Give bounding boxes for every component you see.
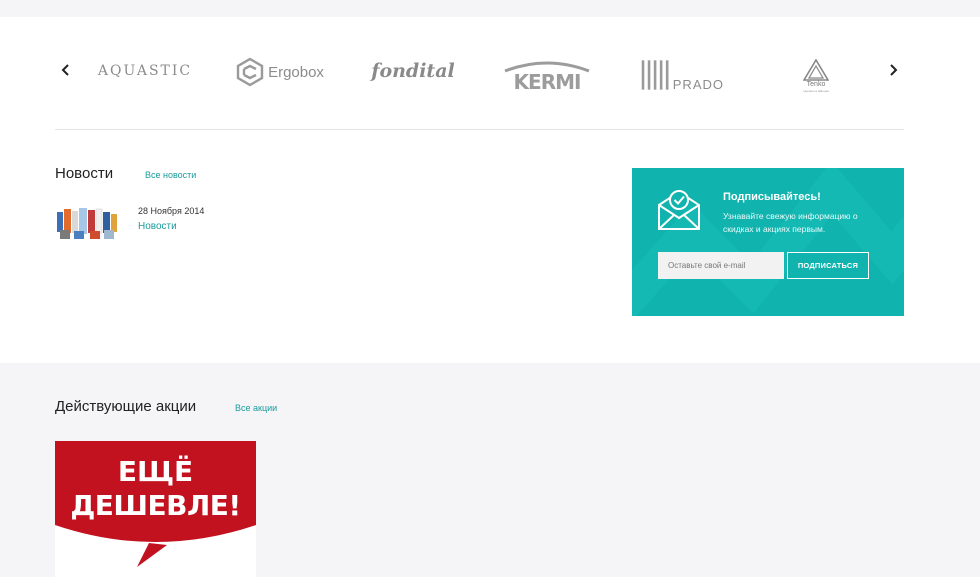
- brand-logo-aquastic[interactable]: AQUASTIC: [97, 58, 193, 84]
- news-thumbnail[interactable]: [56, 206, 122, 240]
- tenko-triangle-icon: [803, 59, 829, 81]
- email-input[interactable]: [658, 252, 784, 279]
- brand-logo-kermi[interactable]: KERMI: [502, 56, 592, 92]
- promo-banner[interactable]: ЕЩЁ ДЕШЕВЛЕ!: [55, 441, 256, 577]
- chevron-left-icon: [61, 64, 69, 76]
- divider: [55, 129, 904, 130]
- prado-bars-icon: [641, 60, 669, 90]
- news-category-link[interactable]: Новости: [138, 221, 177, 232]
- subscribe-title: Подписывайтесь!: [723, 191, 821, 203]
- promo-line-2: ДЕШЕВЛЕ!: [70, 489, 241, 522]
- envelope-check-icon: [658, 190, 700, 230]
- brand-name: fondital: [371, 60, 455, 82]
- promos-title: Действующие акции: [55, 398, 197, 415]
- subscribe-panel: Подписывайтесь! Узнавайте свежую информа…: [632, 168, 904, 316]
- brand-logo-ergobox[interactable]: Ergobox: [232, 56, 328, 88]
- kermi-logo-icon: KERMI: [504, 61, 590, 91]
- brand-name: Ergobox: [268, 63, 324, 81]
- news-date: 28 Ноября 2014: [138, 206, 205, 216]
- brand-name: Tenko: [806, 81, 826, 88]
- ergobox-hex-icon: [236, 57, 264, 87]
- promo-line-1: ЕЩЁ: [117, 455, 194, 488]
- carousel-next-button[interactable]: [881, 58, 905, 82]
- subscribe-button[interactable]: ПОДПИСАТЬСЯ: [787, 252, 869, 279]
- carousel-prev-button[interactable]: [54, 58, 78, 82]
- brand-name: PRADO: [672, 77, 724, 92]
- chevron-right-icon: [890, 64, 898, 76]
- all-news-link[interactable]: Все новости: [145, 170, 196, 180]
- brand-logo-tenko[interactable]: Tenko сделано в Швеции: [796, 56, 836, 96]
- brand-logo-prado[interactable]: PRADO: [640, 56, 724, 94]
- news-title: Новости: [55, 165, 114, 182]
- brand-name: AQUASTIC: [97, 63, 193, 79]
- brand-tagline: сделано в Швеции: [803, 89, 829, 93]
- brand-name: KERMI: [514, 70, 581, 91]
- all-promos-link[interactable]: Все акции: [235, 403, 277, 413]
- subscribe-description: Узнавайте свежую информацию о скидках и …: [723, 211, 858, 234]
- brand-logo-fondital[interactable]: fondital: [368, 58, 458, 84]
